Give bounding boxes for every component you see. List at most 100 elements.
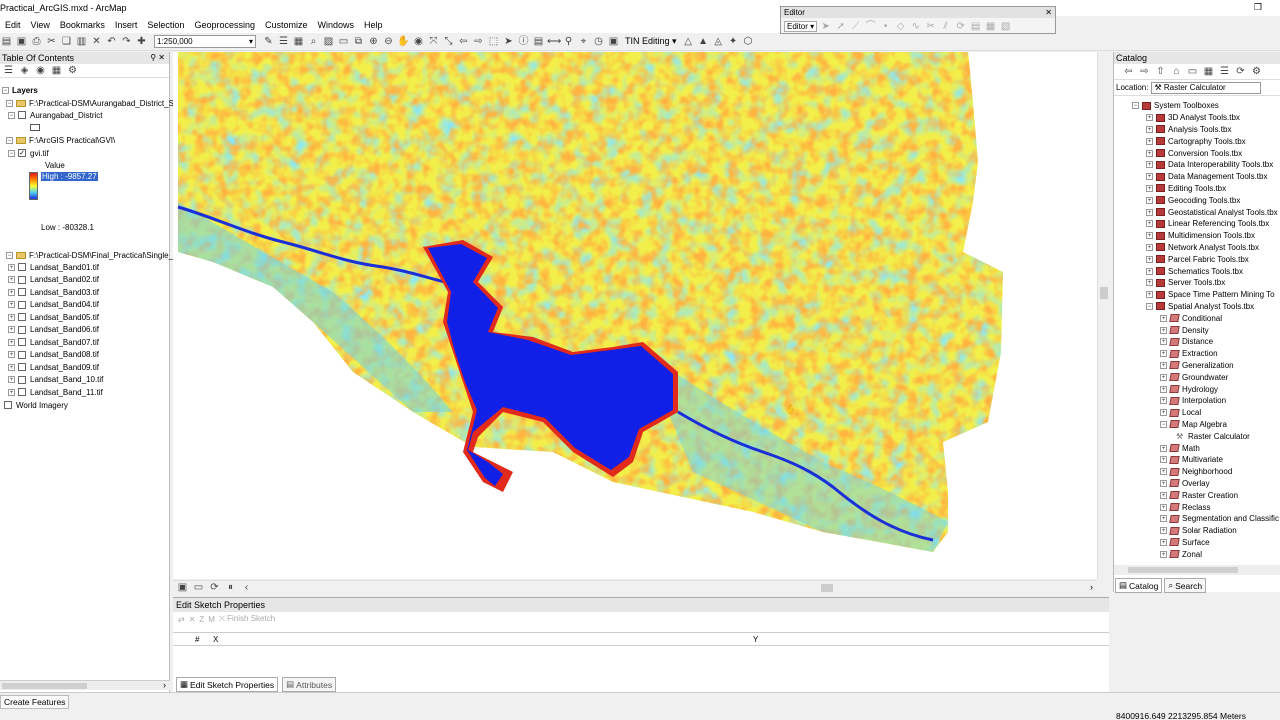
expand-icon[interactable]: + [1146,125,1153,133]
expand-icon[interactable]: + [1160,456,1167,464]
toc-horizontal-scrollbar[interactable]: › [0,680,170,690]
undo-icon[interactable]: ↶ [105,35,118,48]
pan-icon[interactable]: ✋ [397,35,410,48]
expand-icon[interactable]: + [8,376,15,383]
expand-icon[interactable]: + [1146,255,1153,263]
expand-icon[interactable]: + [1160,350,1167,358]
layer-band[interactable]: + Landsat_Band01.tif [8,261,99,273]
toolset-item[interactable]: + Neighborhood [1160,466,1232,478]
toolbox-item[interactable]: + Space Time Pattern Mining To [1146,289,1275,301]
toolbox-item[interactable]: + Multidimension Tools.tbx [1146,230,1255,242]
expand-icon[interactable]: + [1160,361,1167,369]
go-to-xy-icon[interactable]: ⌖ [577,35,590,48]
layer-aurangabad[interactable]: − Aurangabad_District [8,109,102,121]
edit-vertices-icon[interactable]: ◇ [894,20,907,33]
back-icon[interactable]: ⇦ [1122,65,1135,78]
polygon-symbol[interactable] [30,121,40,133]
edit-annotation-icon[interactable]: ➚ [834,20,847,33]
collapse-icon[interactable]: − [1160,420,1167,428]
expand-icon[interactable]: + [1146,232,1153,240]
collapse-icon[interactable]: − [6,99,13,107]
editor-dropdown[interactable]: Editor ▾ [784,20,818,32]
list-by-source-icon[interactable]: ◈ [18,64,31,77]
zoom-out-icon[interactable]: ⊖ [382,35,395,48]
delete-vertex-icon[interactable]: ✕ [189,615,196,624]
tin-tool-5-icon[interactable]: ⬡ [742,35,755,48]
pause-drawing-icon[interactable]: ⏸ [224,581,237,594]
layers-frame[interactable]: − Layers [2,84,38,96]
tab-search[interactable]: ⌕ Search [1164,578,1207,593]
expand-icon[interactable]: + [1146,279,1153,287]
expand-icon[interactable]: + [8,363,15,371]
expand-icon[interactable]: + [1160,373,1167,381]
legend-high[interactable]: High : -9857.27 [41,170,98,182]
layer-band[interactable]: + Landsat_Band02.tif [8,274,99,286]
layer-band[interactable]: + Landsat_Band06.tif [8,324,99,336]
visibility-checkbox[interactable] [18,313,26,321]
expand-icon[interactable]: + [1146,220,1153,228]
expand-icon[interactable]: + [1146,243,1153,251]
visibility-checkbox[interactable] [18,275,26,284]
catalog-window-icon[interactable]: ▦ [292,35,305,48]
expand-icon[interactable]: + [8,326,15,333]
visibility-checkbox[interactable] [18,375,26,384]
toc-group-landsat[interactable]: − F:\Practical-DSM\Final_Practical\Singl… [6,249,178,261]
visibility-checkbox[interactable] [4,401,12,409]
expand-icon[interactable]: + [1160,515,1167,523]
expand-icon[interactable]: + [1160,326,1167,334]
expand-icon[interactable]: + [1160,550,1167,558]
scroll-right-icon[interactable]: › [163,680,166,690]
collapse-icon[interactable]: − [8,149,15,157]
tin-tool-3-icon[interactable]: ◬ [712,35,725,48]
expand-icon[interactable]: + [1160,479,1167,487]
toolset-item[interactable]: + Generalization [1160,360,1234,372]
menu-help[interactable]: Help [359,20,388,30]
expand-icon[interactable]: + [1160,468,1167,476]
tab-catalog[interactable]: ▤ Catalog [1115,578,1163,593]
model-builder-icon[interactable]: ⧉ [352,35,365,48]
tin-editing-dropdown[interactable]: TIN Editing ▾ [622,36,680,47]
toolbox-item[interactable]: + Server Tools.tbx [1146,277,1225,289]
layer-band[interactable]: + Landsat_Band09.tif [8,361,99,373]
identify-icon[interactable]: ⓘ [517,35,530,48]
toolbox-item[interactable]: + Editing Tools.tbx [1146,183,1226,195]
measure-icon[interactable]: ⟷ [547,35,561,48]
system-toolboxes[interactable]: − System Toolboxes [1132,100,1219,112]
search-window-icon[interactable]: ⌕ [307,35,320,48]
toolset-item[interactable]: + Extraction [1160,348,1218,360]
expand-icon[interactable]: + [8,338,15,346]
m-icon[interactable]: M [208,615,215,624]
expand-icon[interactable]: + [8,313,15,321]
menu-edit[interactable]: Edit [0,20,26,30]
map-display[interactable]: ✋ [173,52,1097,579]
time-slider-icon[interactable]: ◷ [592,35,605,48]
menu-view[interactable]: View [26,20,55,30]
paste-icon[interactable]: ▥ [75,35,88,48]
toolbox-item[interactable]: + Linear Referencing Tools.tbx [1146,218,1269,230]
collapse-icon[interactable]: − [2,86,9,94]
editor-toolbar-icon[interactable]: ✎ [262,35,275,48]
visibility-checkbox[interactable] [18,350,26,359]
close-icon[interactable]: ✕ [1045,7,1052,18]
toolset-item[interactable]: + Interpolation [1160,395,1226,407]
tin-tool-2-icon[interactable]: ▲ [697,35,710,48]
tin-tool-1-icon[interactable]: △ [682,35,695,48]
expand-icon[interactable]: + [1160,538,1167,546]
visibility-checkbox[interactable] [18,263,26,271]
toolbox-item[interactable]: +3D Analyst Tools.tbx [1146,112,1240,124]
expand-icon[interactable]: + [1146,149,1153,157]
map-vertical-scrollbar[interactable] [1097,52,1109,579]
expand-icon[interactable]: + [8,263,15,271]
save-icon[interactable]: ▣ [15,35,28,48]
expand-icon[interactable]: + [1146,114,1153,122]
forward-extent-icon[interactable]: ⇨ [472,35,485,48]
expand-icon[interactable]: + [1146,291,1153,299]
toolset-item[interactable]: + Density [1160,324,1209,336]
list-by-visibility-icon[interactable]: ◉ [34,64,47,77]
create-features-button[interactable]: Create Features [0,695,70,709]
toolset-item[interactable]: + Overlay [1160,478,1210,490]
expand-icon[interactable]: + [1146,184,1153,192]
cut-polygons-icon[interactable]: ✂ [924,20,937,33]
expand-icon[interactable]: + [1160,527,1167,535]
toc-group-aurangabad[interactable]: − F:\Practical-DSM\Aurangabad_District_S… [6,97,178,109]
